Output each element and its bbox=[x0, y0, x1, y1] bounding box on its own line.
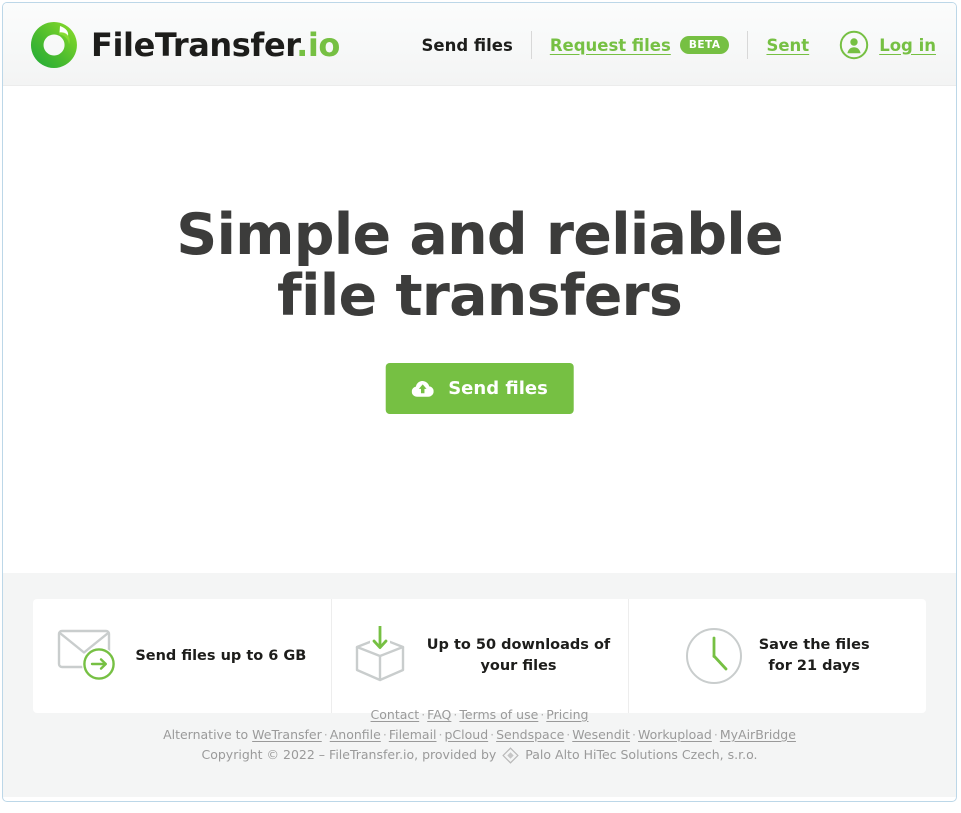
nav-request-files[interactable]: Request files bbox=[550, 36, 671, 55]
footer-separator: · bbox=[438, 727, 443, 742]
main-navigation: Send files Request files BETA Sent Log i… bbox=[422, 25, 936, 65]
footer-link-filemail[interactable]: Filemail bbox=[389, 727, 437, 742]
nav-divider bbox=[747, 31, 749, 59]
footer-alternatives: Alternative to WeTransfer · Anonfile · Filem… bbox=[3, 725, 956, 745]
feature-text: Send files up to 6 GB bbox=[135, 646, 306, 667]
footer-provider-name: Palo Alto HiTec Solutions Czech, s.r.o. bbox=[525, 747, 758, 762]
footer-alternative-prefix: Alternative to bbox=[163, 727, 249, 742]
brand-logo-link[interactable]: FileTransfer.io bbox=[29, 20, 340, 70]
footer-copyright-text: Copyright © 2022 – FileTransfer.io, prov… bbox=[201, 747, 497, 762]
box-download-icon bbox=[349, 626, 411, 686]
footer-link-sendspace[interactable]: Sendspace bbox=[496, 727, 564, 742]
feature-card-retention: Save the files for 21 days bbox=[628, 599, 926, 713]
footer-separator: · bbox=[382, 727, 387, 742]
feature-text-line-2: for 21 days bbox=[768, 658, 860, 674]
footer-link-wesendit[interactable]: Wesendit bbox=[572, 727, 630, 742]
site-footer: Contact · FAQ · Terms of use · Pricing Alterna… bbox=[3, 705, 956, 765]
hero-title-line-2: file transfers bbox=[276, 263, 683, 329]
envelope-arrow-icon bbox=[57, 627, 119, 685]
feature-text: Save the files for 21 days bbox=[759, 635, 870, 677]
send-files-button-label: Send files bbox=[448, 378, 548, 399]
feature-card-downloads: Up to 50 downloads of your files bbox=[330, 599, 629, 713]
footer-link-pcloud[interactable]: pCloud bbox=[445, 727, 489, 742]
cloud-upload-icon bbox=[411, 380, 434, 398]
nav-send-files[interactable]: Send files bbox=[422, 36, 513, 55]
nav-log-in[interactable]: Log in bbox=[879, 36, 936, 55]
send-files-button[interactable]: Send files bbox=[385, 363, 574, 414]
clock-icon bbox=[685, 627, 743, 685]
footer-link-workupload[interactable]: Workupload bbox=[638, 727, 712, 742]
hero-title-line-1: Simple and reliable bbox=[176, 202, 783, 268]
feature-text-line-2: your files bbox=[480, 658, 557, 674]
page-title: Simple and reliable file transfers bbox=[3, 205, 956, 327]
feature-text: Up to 50 downloads of your files bbox=[427, 635, 610, 677]
nav-sent[interactable]: Sent bbox=[766, 36, 809, 55]
diamond-logo-icon bbox=[502, 746, 520, 764]
beta-badge: BETA bbox=[679, 35, 730, 55]
footer-link-anonfile[interactable]: Anonfile bbox=[330, 727, 381, 742]
features-panel: Send files up to 6 GB Up to 50 downloads… bbox=[33, 599, 926, 713]
browser-viewport: FileTransfer.io Send files Request files… bbox=[2, 2, 957, 802]
footer-copyright: Copyright © 2022 – FileTransfer.io, prov… bbox=[3, 745, 956, 765]
site-header: FileTransfer.io Send files Request files… bbox=[3, 3, 956, 86]
filetransfer-ring-logo-icon bbox=[29, 20, 79, 70]
nav-request-files-item: Request files BETA bbox=[550, 36, 730, 55]
footer-separator: · bbox=[323, 727, 328, 742]
feature-text-line-1: Save the files bbox=[758, 637, 870, 653]
footer-link-myairbridge[interactable]: MyAirBridge bbox=[720, 727, 796, 742]
feature-card-send-size: Send files up to 6 GB bbox=[33, 599, 331, 713]
feature-text-line-1: Send files up to 6 GB bbox=[135, 647, 307, 664]
footer-separator: · bbox=[632, 727, 637, 742]
hero-section: Simple and reliable file transfers Send … bbox=[3, 86, 956, 573]
features-band: Send files up to 6 GB Up to 50 downloads… bbox=[3, 573, 956, 797]
nav-divider bbox=[530, 31, 532, 59]
footer-link-wetransfer[interactable]: WeTransfer bbox=[252, 727, 322, 742]
user-circle-icon[interactable] bbox=[839, 30, 869, 60]
login-group[interactable]: Log in bbox=[839, 30, 936, 60]
footer-separator: · bbox=[713, 727, 718, 742]
footer-separator: · bbox=[490, 727, 495, 742]
feature-text-line-1: Up to 50 downloads of bbox=[426, 637, 611, 653]
brand-name: FileTransfer.io bbox=[91, 26, 340, 64]
